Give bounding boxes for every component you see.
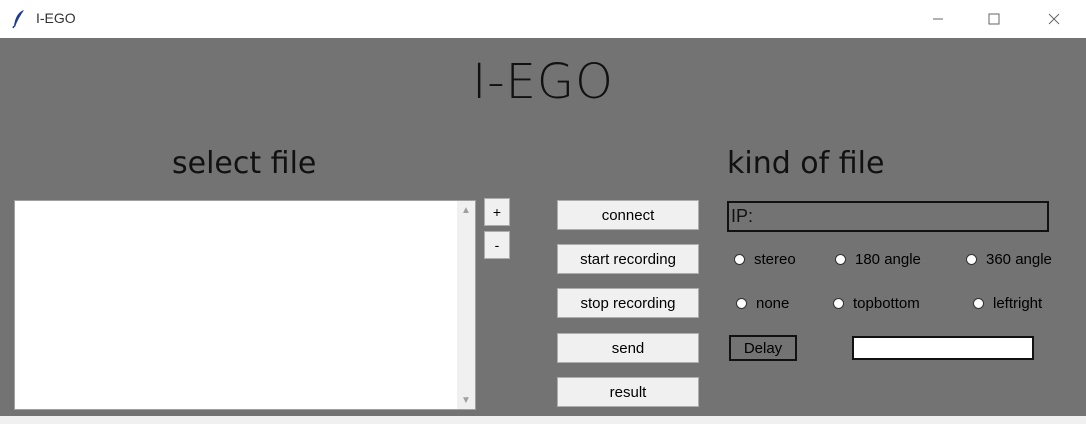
feather-icon (12, 9, 26, 29)
maximize-icon (988, 13, 1000, 25)
scroll-up-icon[interactable]: ▲ (457, 201, 475, 219)
minimize-button[interactable] (915, 0, 961, 38)
radio-360-angle[interactable]: 360 angle (966, 251, 1052, 268)
radio-label: 180 angle (855, 251, 921, 268)
file-listbox[interactable]: ▲ ▼ (14, 200, 476, 410)
listbox-scrollbar[interactable]: ▲ ▼ (457, 201, 475, 409)
select-file-heading: select file (172, 146, 317, 181)
radio-topbottom[interactable]: topbottom (833, 295, 920, 312)
radio-none[interactable]: none (736, 295, 789, 312)
radio-label: none (756, 295, 790, 312)
window-title: I-EGO (36, 10, 76, 26)
scroll-down-icon[interactable]: ▼ (457, 391, 475, 409)
radio-circle-icon (734, 254, 745, 265)
remove-file-button[interactable]: - (484, 231, 510, 259)
delay-label: Delay (729, 335, 797, 361)
start-recording-button[interactable]: start recording (557, 244, 699, 274)
send-button[interactable]: send (557, 333, 699, 363)
close-button[interactable] (1031, 0, 1077, 38)
page-title: I-EGO (472, 54, 614, 110)
ip-input[interactable]: IP: (727, 201, 1049, 232)
radio-stereo[interactable]: stereo (734, 251, 796, 268)
radio-circle-icon (835, 254, 846, 265)
kind-of-file-heading: kind of file (727, 146, 885, 181)
radio-leftright[interactable]: leftright (973, 295, 1042, 312)
main-panel: I-EGO select file kind of file ▲ ▼ + - c… (0, 38, 1086, 424)
radio-label: leftright (993, 295, 1043, 312)
radio-circle-icon (973, 298, 984, 309)
radio-180-angle[interactable]: 180 angle (835, 251, 921, 268)
add-file-button[interactable]: + (484, 198, 510, 226)
minimize-icon (933, 18, 943, 20)
radio-circle-icon (966, 254, 977, 265)
result-button[interactable]: result (557, 377, 699, 407)
maximize-button[interactable] (971, 0, 1017, 38)
app-window: I-EGO I-EGO select file kind of file ▲ ▼… (0, 0, 1086, 424)
radio-circle-icon (833, 298, 844, 309)
bottom-border (0, 416, 1086, 424)
radio-label: 360 angle (986, 251, 1052, 268)
title-bar: I-EGO (0, 0, 1086, 38)
radio-label: stereo (754, 251, 796, 268)
delay-input[interactable] (852, 336, 1034, 360)
stop-recording-button[interactable]: stop recording (557, 288, 699, 318)
radio-circle-icon (736, 298, 747, 309)
close-icon (1048, 13, 1060, 25)
radio-label: topbottom (853, 295, 920, 312)
connect-button[interactable]: connect (557, 200, 699, 230)
